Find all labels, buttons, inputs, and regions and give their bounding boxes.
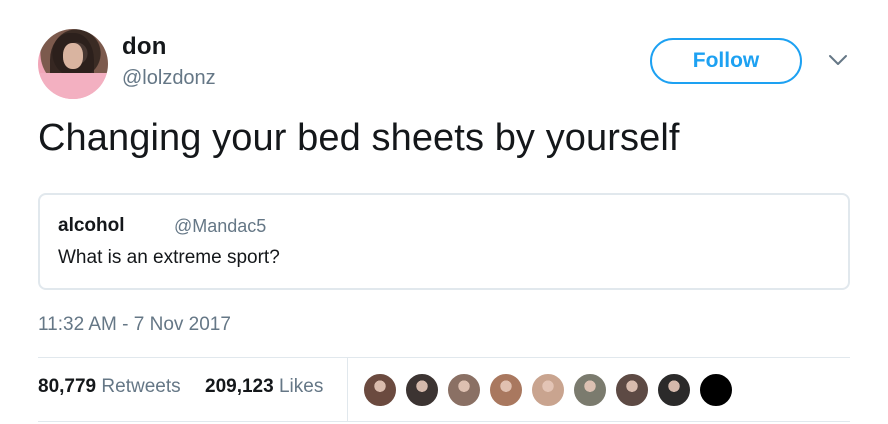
retweets-label: Retweets bbox=[101, 376, 181, 397]
likes-label: Likes bbox=[278, 376, 324, 397]
likes-count: 209,123 bbox=[205, 376, 274, 397]
author-display-name[interactable]: don bbox=[122, 33, 167, 61]
quoted-handle: @Mandac5 bbox=[174, 216, 267, 236]
liker-avatar-1[interactable] bbox=[362, 372, 398, 408]
tweet-text: Changing your bed sheets by yourself bbox=[38, 117, 680, 159]
quoted-tweet[interactable]: alcohol @Mandac5 What is an extreme spor… bbox=[38, 193, 850, 290]
stats-divider-vertical bbox=[347, 358, 348, 421]
quoted-display-name: alcohol bbox=[58, 215, 125, 236]
liker-avatar-4[interactable] bbox=[488, 372, 524, 408]
liker-avatar-9[interactable] bbox=[698, 372, 734, 408]
liker-avatar-2[interactable] bbox=[404, 372, 440, 408]
retweets-stat[interactable]: 80,779 Retweets bbox=[38, 376, 181, 398]
author-avatar[interactable] bbox=[38, 29, 108, 99]
liker-avatar-5[interactable] bbox=[530, 372, 566, 408]
liker-avatar-6[interactable] bbox=[572, 372, 608, 408]
author-handle[interactable]: @lolzdonz bbox=[122, 67, 216, 90]
stats-divider-bottom bbox=[38, 421, 850, 422]
stats-divider-top bbox=[38, 357, 850, 358]
liker-avatar-7[interactable] bbox=[614, 372, 650, 408]
follow-button[interactable]: Follow bbox=[650, 38, 802, 84]
avatar-face bbox=[63, 43, 83, 69]
tweet-timestamp[interactable]: 11:32 AM - 7 Nov 2017 bbox=[38, 314, 231, 336]
likes-stat[interactable]: 209,123 Likes bbox=[205, 376, 323, 398]
avatar-shirt bbox=[38, 73, 108, 99]
liker-avatar-8[interactable] bbox=[656, 372, 692, 408]
quoted-text: What is an extreme sport? bbox=[58, 247, 280, 268]
retweets-count: 80,779 bbox=[38, 376, 97, 397]
liker-avatar-3[interactable] bbox=[446, 372, 482, 408]
chevron-down-icon[interactable] bbox=[827, 52, 849, 68]
